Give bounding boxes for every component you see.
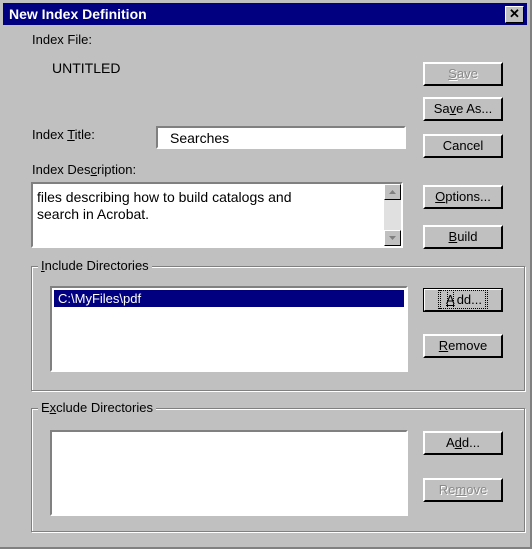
exclude-directories-title: Exclude Directories [38,400,156,415]
scroll-up-icon[interactable] [384,184,401,200]
build-button[interactable]: Build [423,225,503,249]
index-title-value: Searches [170,130,230,146]
index-title-input[interactable]: Searches [156,126,406,149]
index-title-label: Index Title: [32,127,95,142]
exclude-directories-list[interactable] [50,430,408,516]
list-item[interactable]: C:\MyFiles\pdf [54,290,404,307]
options-button[interactable]: Options... [423,185,503,209]
save-as-button[interactable]: Save As... [423,97,503,121]
close-icon[interactable]: ✕ [505,6,524,23]
new-index-dialog: New Index Definition ✕ Index File: UNTIT… [0,0,532,549]
index-file-value: UNTITLED [52,60,121,76]
exclude-add-button[interactable]: Add... [423,431,503,455]
scroll-down-icon[interactable] [384,230,401,246]
index-description-textarea[interactable]: files describing how to build catalogs a… [31,182,403,248]
save-button[interactable]: Save [423,62,503,86]
description-line-2: search in Acrobat. [37,206,150,222]
window-title: New Index Definition [9,6,147,22]
description-line-1: files describing how to build catalogs a… [37,189,292,205]
include-add-button[interactable]: Add... [423,288,503,312]
index-description-label: Index Description: [32,162,137,177]
description-scrollbar[interactable] [384,184,401,246]
title-bar[interactable]: New Index Definition ✕ [3,3,527,25]
include-remove-button[interactable]: Remove [423,334,503,358]
index-file-label: Index File: [32,32,92,47]
cancel-button[interactable]: Cancel [423,134,503,158]
exclude-remove-button[interactable]: Remove [423,478,503,502]
include-directories-title: Include Directories [38,258,152,273]
include-directories-list[interactable]: C:\MyFiles\pdf [50,286,408,372]
